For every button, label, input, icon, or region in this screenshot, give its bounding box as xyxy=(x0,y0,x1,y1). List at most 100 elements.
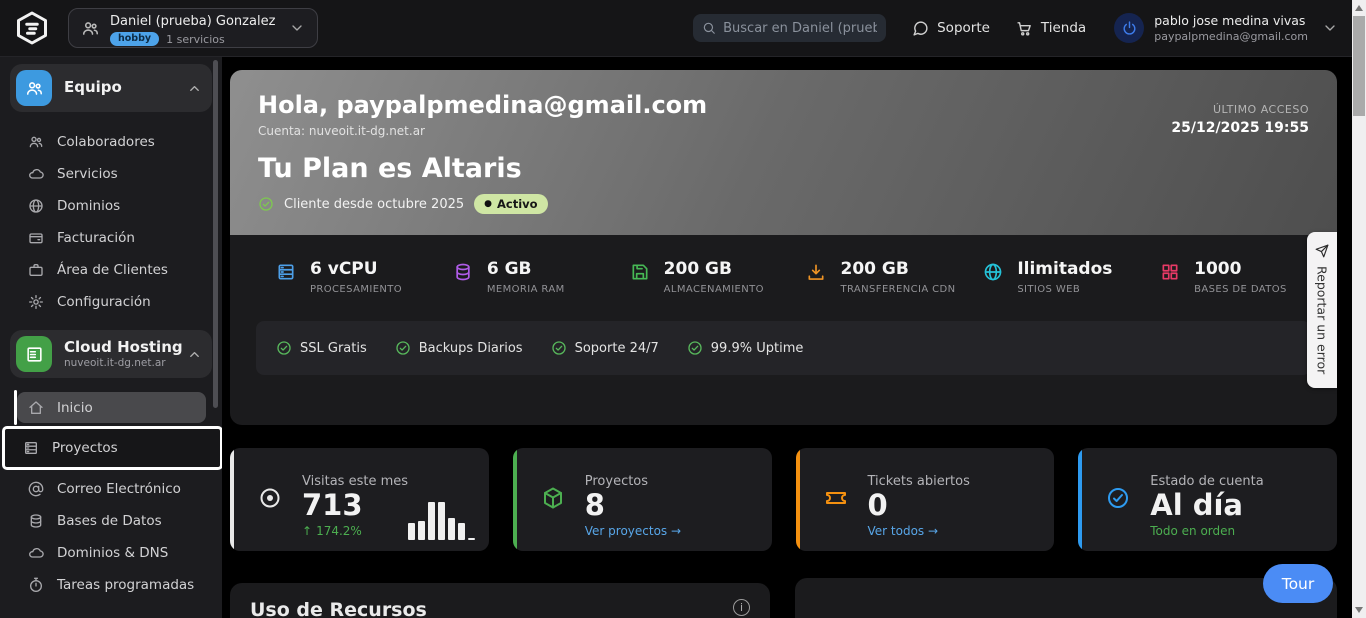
feature-backups: Backups Diarios xyxy=(395,340,523,356)
sidebar-item-bases-de-datos[interactable]: Bases de Datos xyxy=(10,505,212,537)
home-icon xyxy=(28,400,44,416)
traffic-panel: Análisis de Tráfico ● Este mes: 713 ● Me… xyxy=(795,578,1337,618)
wallet-icon xyxy=(28,230,44,246)
grid-icon xyxy=(1160,262,1180,282)
stat-title: Tickets abiertos xyxy=(868,474,970,489)
sidebar-item-dominios[interactable]: Dominios xyxy=(10,190,212,222)
sidebar-section-equipo[interactable]: Equipo xyxy=(10,64,212,112)
sidebar-item-correo-electronico[interactable]: Correo Electrónico xyxy=(10,473,212,505)
spec-cpu: 6 vCPUPROCESAMIENTO xyxy=(276,259,453,295)
hosting-section-icon xyxy=(16,336,52,372)
sidebar-item-label: Proyectos xyxy=(52,440,118,456)
feature-support: Soporte 24/7 xyxy=(551,340,659,356)
user-name: pablo jose medina vivas xyxy=(1154,13,1308,29)
section-label: Equipo xyxy=(64,79,122,96)
sidebar-item-proyectos[interactable]: Proyectos xyxy=(13,432,220,464)
resources-title: Uso de Recursos xyxy=(250,599,427,618)
resources-panel: Uso de Recursos i xyxy=(230,583,770,618)
spark-bar xyxy=(458,523,465,540)
plan-badge: hobby xyxy=(110,32,159,46)
sidebar-item-servicios[interactable]: Servicios xyxy=(10,158,212,190)
check-circle-icon xyxy=(687,340,703,356)
chevron-up-icon xyxy=(187,347,202,362)
sidebar-item-inicio[interactable]: Inicio xyxy=(17,392,206,423)
stat-value: 713 xyxy=(302,489,408,522)
stat-title: Proyectos xyxy=(585,474,681,489)
view-all-tickets-link[interactable]: Ver todos → xyxy=(868,524,970,538)
stats-row: Visitas este mes 713 ↑ 174.2% Proyectos … xyxy=(230,448,1337,551)
check-circle-icon xyxy=(395,340,411,356)
feature-uptime: 99.9% Uptime xyxy=(687,340,804,356)
chevron-up-icon xyxy=(187,81,202,96)
spark-bar xyxy=(428,502,435,540)
user-email: paypalpmedina@gmail.com xyxy=(1154,30,1308,43)
top-bar: Daniel (prueba) Gonzalez hobby 1 servici… xyxy=(0,0,1352,57)
sidebar-item-tareas-programadas[interactable]: Tareas programadas xyxy=(10,569,212,601)
sidebar-item-label: Correo Electrónico xyxy=(57,481,181,497)
report-error-label: Reportar un error xyxy=(1315,266,1330,374)
save-disk-icon xyxy=(630,262,650,282)
sidebar-item-label: Facturación xyxy=(57,230,135,246)
section-subtitle: nuveoit.it-dg.net.ar xyxy=(64,357,183,369)
scrollbar-thumb[interactable] xyxy=(1353,16,1365,116)
feature-ssl: SSL Gratis xyxy=(276,340,367,356)
avatar xyxy=(1114,13,1144,43)
list-rows-icon xyxy=(23,440,39,456)
account-line: Cuenta: nuveoit.it-dg.net.ar xyxy=(258,124,707,138)
sidebar-scrollbar[interactable] xyxy=(213,60,218,408)
trend-up-icon: ↑ xyxy=(302,524,312,538)
store-button[interactable]: Tienda xyxy=(1016,20,1086,37)
sidebar-item-label: Servicios xyxy=(57,166,118,182)
sidebar-item-facturacion[interactable]: Facturación xyxy=(10,222,212,254)
hero-header: Hola, paypalpmedina@gmail.com Cuenta: nu… xyxy=(230,70,1337,235)
app-logo-icon[interactable] xyxy=(14,10,50,46)
active-indicator xyxy=(14,390,17,425)
sidebar-item-dominios-dns[interactable]: Dominios & DNS xyxy=(10,537,212,569)
client-since: Cliente desde octubre 2025 xyxy=(284,197,464,212)
eye-icon xyxy=(258,486,282,510)
store-label: Tienda xyxy=(1041,20,1086,36)
team-selector[interactable]: Daniel (prueba) Gonzalez hobby 1 servici… xyxy=(68,8,318,48)
stat-title: Estado de cuenta xyxy=(1150,474,1263,489)
stat-title: Visitas este mes xyxy=(302,474,408,489)
server-icon xyxy=(276,262,296,282)
team-name: Daniel (prueba) Gonzalez xyxy=(110,14,275,29)
dot-icon: ● xyxy=(484,199,492,209)
user-menu[interactable]: pablo jose medina vivas paypalpmedina@gm… xyxy=(1114,13,1338,43)
view-projects-link[interactable]: Ver proyectos → xyxy=(585,524,681,538)
sidebar-item-label: Configuración xyxy=(57,294,151,310)
tour-button[interactable]: Tour xyxy=(1263,564,1333,603)
check-circle-icon xyxy=(258,196,274,212)
sidebar-item-label: Área de Clientes xyxy=(57,262,168,278)
stat-value: Al día xyxy=(1150,489,1263,522)
sidebar: Equipo Colaboradores Servicios Dominios xyxy=(0,57,222,618)
highlight-annotation-box: Proyectos xyxy=(2,426,222,470)
spark-bar xyxy=(438,502,445,540)
section-label: Cloud Hosting xyxy=(64,339,183,356)
plan-specs-row: 6 vCPUPROCESAMIENTO 6 GBMEMORIA RAM 200 … xyxy=(230,235,1337,295)
trend: ↑ 174.2% xyxy=(302,524,408,538)
page-scrollbar[interactable] xyxy=(1352,0,1366,618)
sidebar-item-area-de-clientes[interactable]: Área de Clientes xyxy=(10,254,212,286)
team-users-icon xyxy=(81,19,100,38)
download-icon xyxy=(806,262,826,282)
last-access-value: 25/12/2025 19:55 xyxy=(1171,120,1309,136)
sidebar-section-cloud-hosting[interactable]: Cloud Hosting nuveoit.it-dg.net.ar xyxy=(10,330,212,378)
visits-card: Visitas este mes 713 ↑ 174.2% xyxy=(230,448,489,551)
scroll-up-icon[interactable] xyxy=(1355,5,1363,11)
support-button[interactable]: Soporte xyxy=(912,20,990,37)
cloud-icon xyxy=(28,166,44,182)
plan-hero-card: Hola, paypalpmedina@gmail.com Cuenta: nu… xyxy=(230,70,1337,425)
sidebar-item-label: Dominios xyxy=(57,198,120,214)
info-icon[interactable]: i xyxy=(733,599,750,616)
scroll-down-icon[interactable] xyxy=(1355,607,1363,613)
report-error-tab[interactable]: Reportar un error xyxy=(1307,232,1337,388)
search-input[interactable] xyxy=(723,21,877,36)
status-note: Todo en orden xyxy=(1150,524,1263,538)
visits-sparkline xyxy=(408,500,475,540)
sidebar-item-colaboradores[interactable]: Colaboradores xyxy=(10,126,212,158)
sidebar-item-configuracion[interactable]: Configuración xyxy=(10,286,212,318)
spec-cdn: 200 GBTRANSFERENCIA CDN xyxy=(806,259,983,295)
sidebar-item-label: Bases de Datos xyxy=(57,513,162,529)
tickets-card: Tickets abiertos 0 Ver todos → xyxy=(796,448,1055,551)
